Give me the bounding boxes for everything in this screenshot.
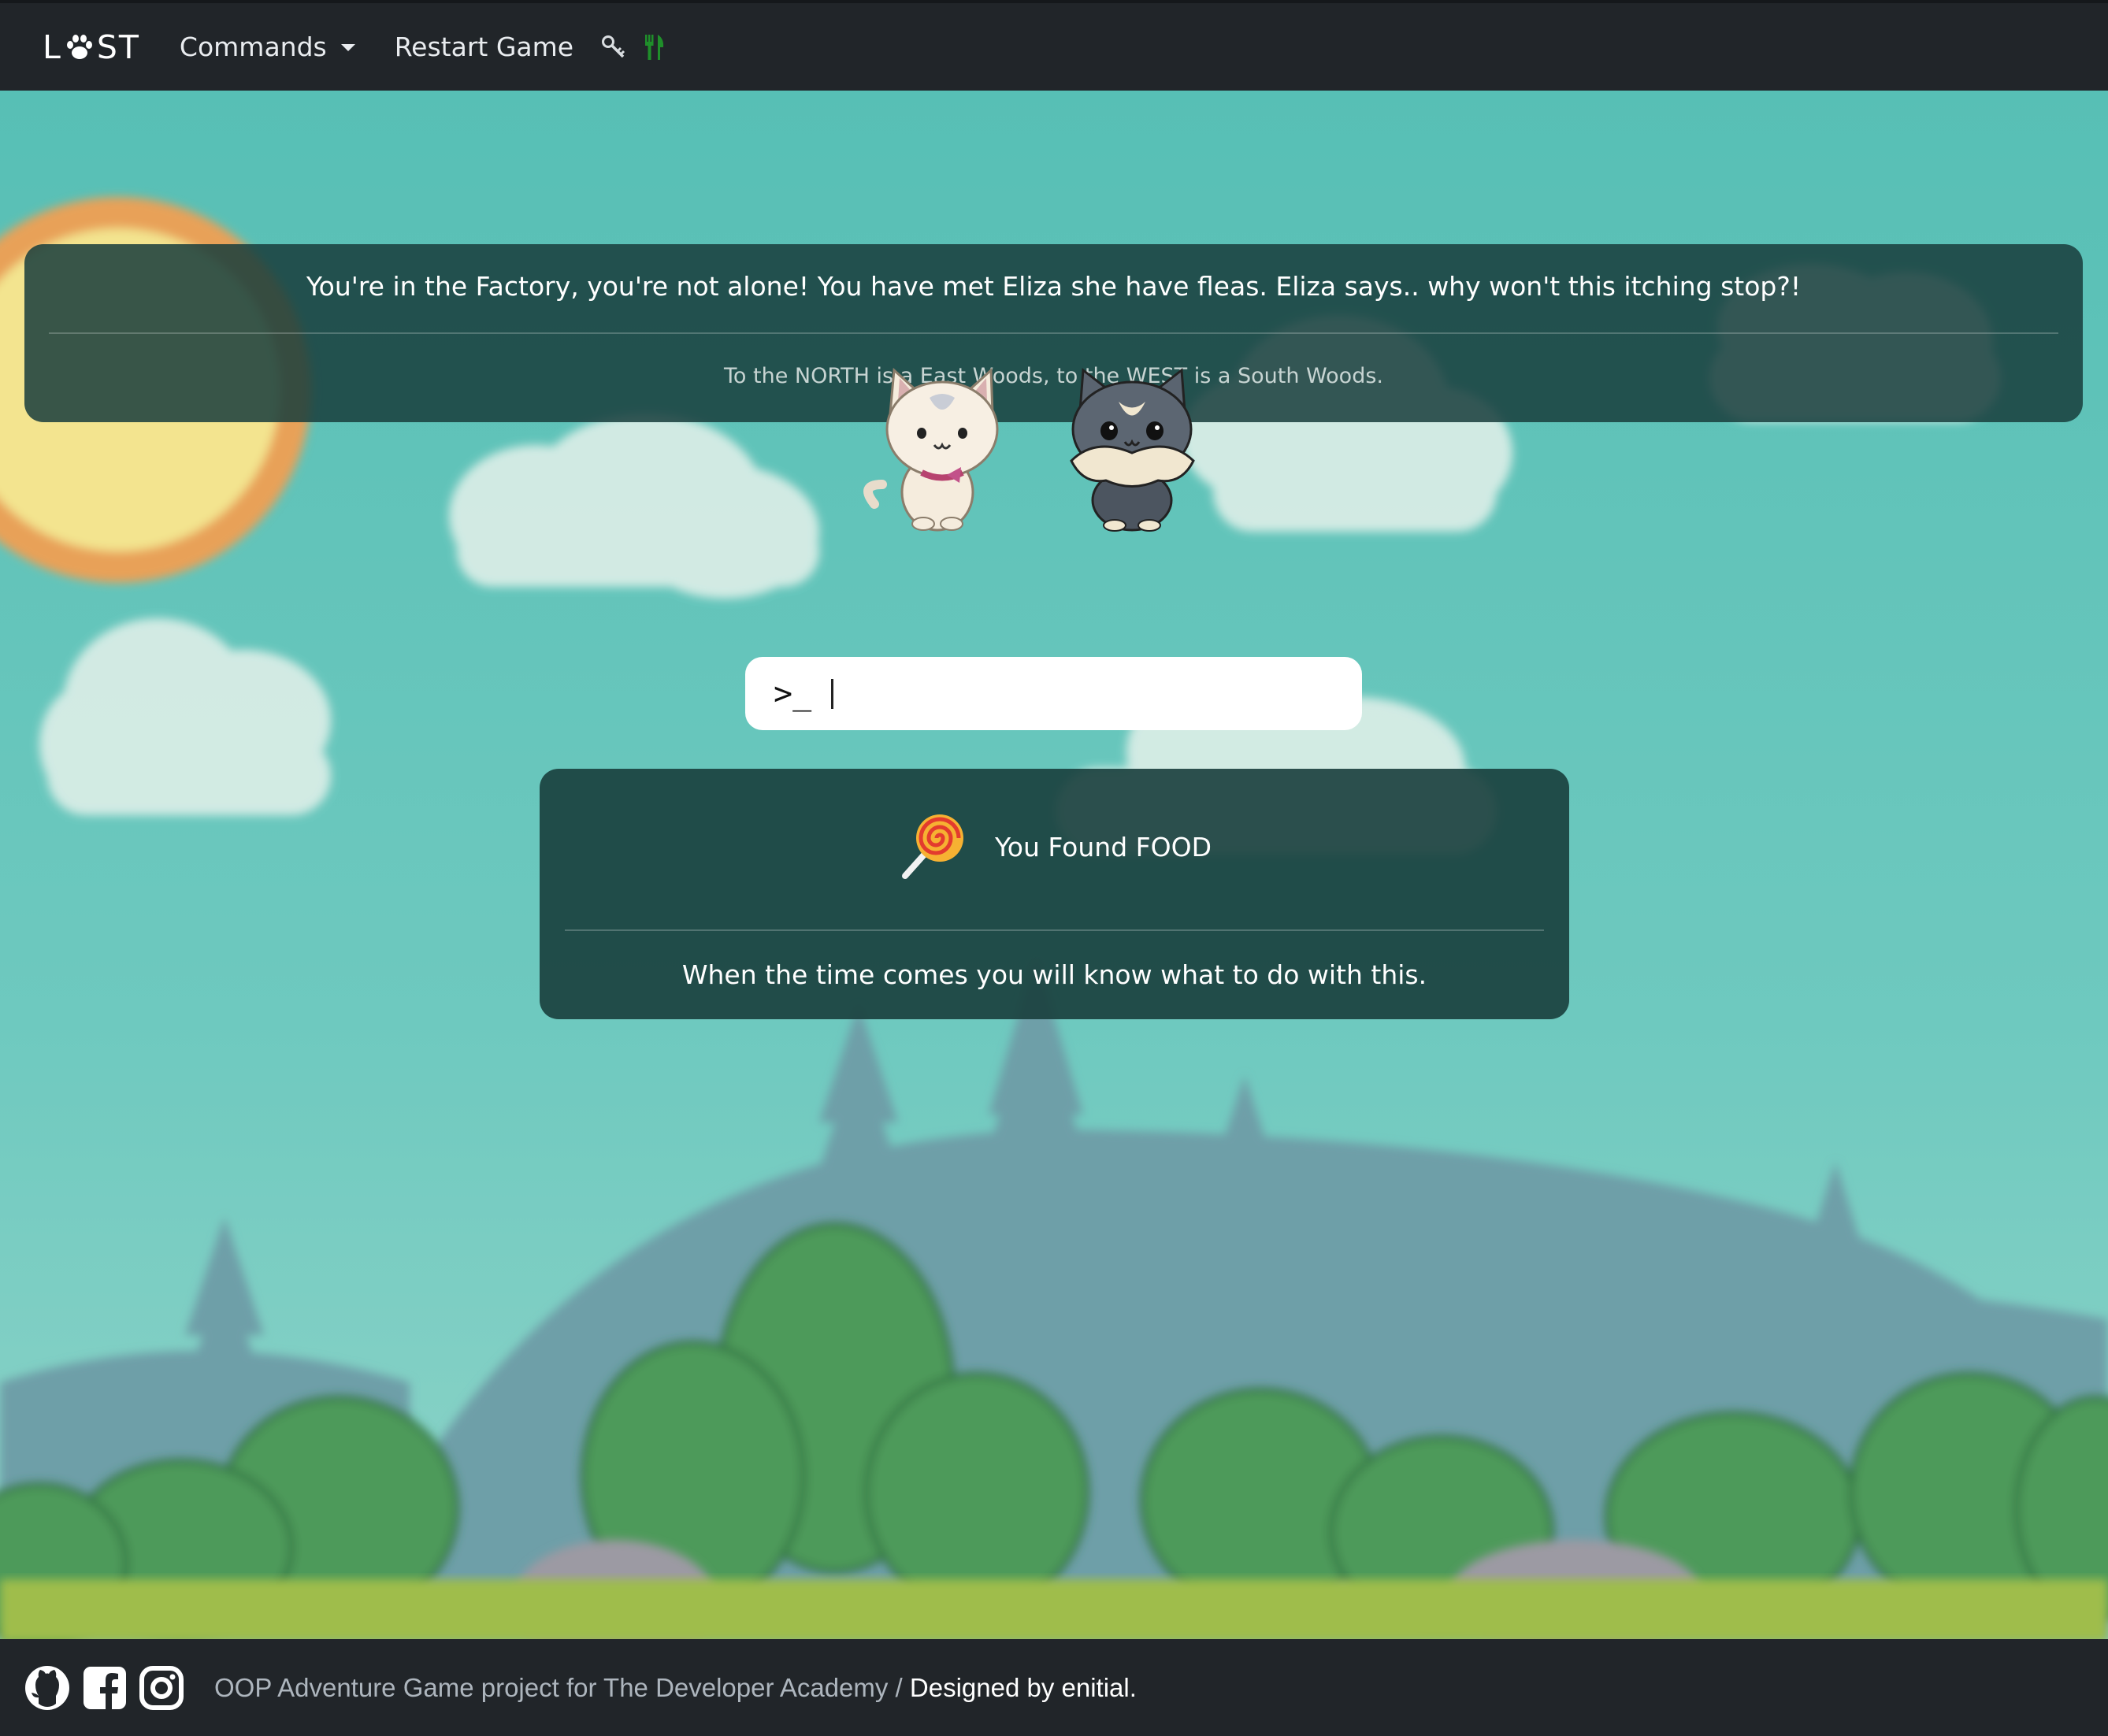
paw-icon <box>66 34 92 59</box>
social-links <box>24 1664 195 1712</box>
footer: OOP Adventure Game project for The Devel… <box>0 1639 2108 1736</box>
found-description: When the time comes you will know what t… <box>681 959 1427 990</box>
brand-letters-st: ST <box>96 28 140 66</box>
command-input-box[interactable]: >_ <box>745 657 1362 730</box>
designer-link[interactable]: Designed by enitial. <box>910 1673 1137 1702</box>
commands-label: Commands <box>179 32 327 62</box>
restart-game-link[interactable]: Restart Game <box>395 32 573 62</box>
location-message-panel: You're in the Factory, you're not alone!… <box>24 244 2083 422</box>
key-icon[interactable] <box>600 34 627 61</box>
found-header: You Found FOOD <box>540 811 1569 882</box>
restart-label: Restart Game <box>394 32 574 62</box>
commands-dropdown[interactable]: Commands <box>180 32 355 62</box>
command-input[interactable] <box>826 677 1334 710</box>
game-scene: You're in the Factory, you're not alone!… <box>0 91 2108 1639</box>
footer-credits: OOP Adventure Game project for The Devel… <box>214 1673 1137 1703</box>
github-icon[interactable] <box>24 1664 71 1712</box>
project-credit: OOP Adventure Game project for The Devel… <box>214 1672 910 1702</box>
location-exits: To the NORTH is a East Woods, to the WES… <box>724 364 1383 388</box>
chevron-down-icon <box>340 44 355 51</box>
divider <box>49 332 2058 334</box>
grey-fluffy-cat-icon <box>1070 368 1195 532</box>
location-message: You're in the Factory, you're not alone!… <box>306 271 1802 302</box>
facebook-icon[interactable] <box>82 1665 128 1711</box>
navbar: L ST Commands Restart Game <box>0 0 2108 91</box>
divider <box>565 929 1544 931</box>
instagram-icon[interactable] <box>139 1665 184 1711</box>
prompt-icon: >_ <box>774 675 812 712</box>
found-item-panel: You Found FOOD When the time comes you w… <box>540 769 1569 1019</box>
brand-logo[interactable]: L ST <box>43 28 140 66</box>
brand-letter-l: L <box>43 28 62 66</box>
white-cat-icon <box>863 367 999 532</box>
text-cursor <box>831 679 833 709</box>
found-title: You Found FOOD <box>995 831 1212 862</box>
fork-knife-icon[interactable] <box>643 34 666 61</box>
lollipop-icon <box>902 814 963 879</box>
